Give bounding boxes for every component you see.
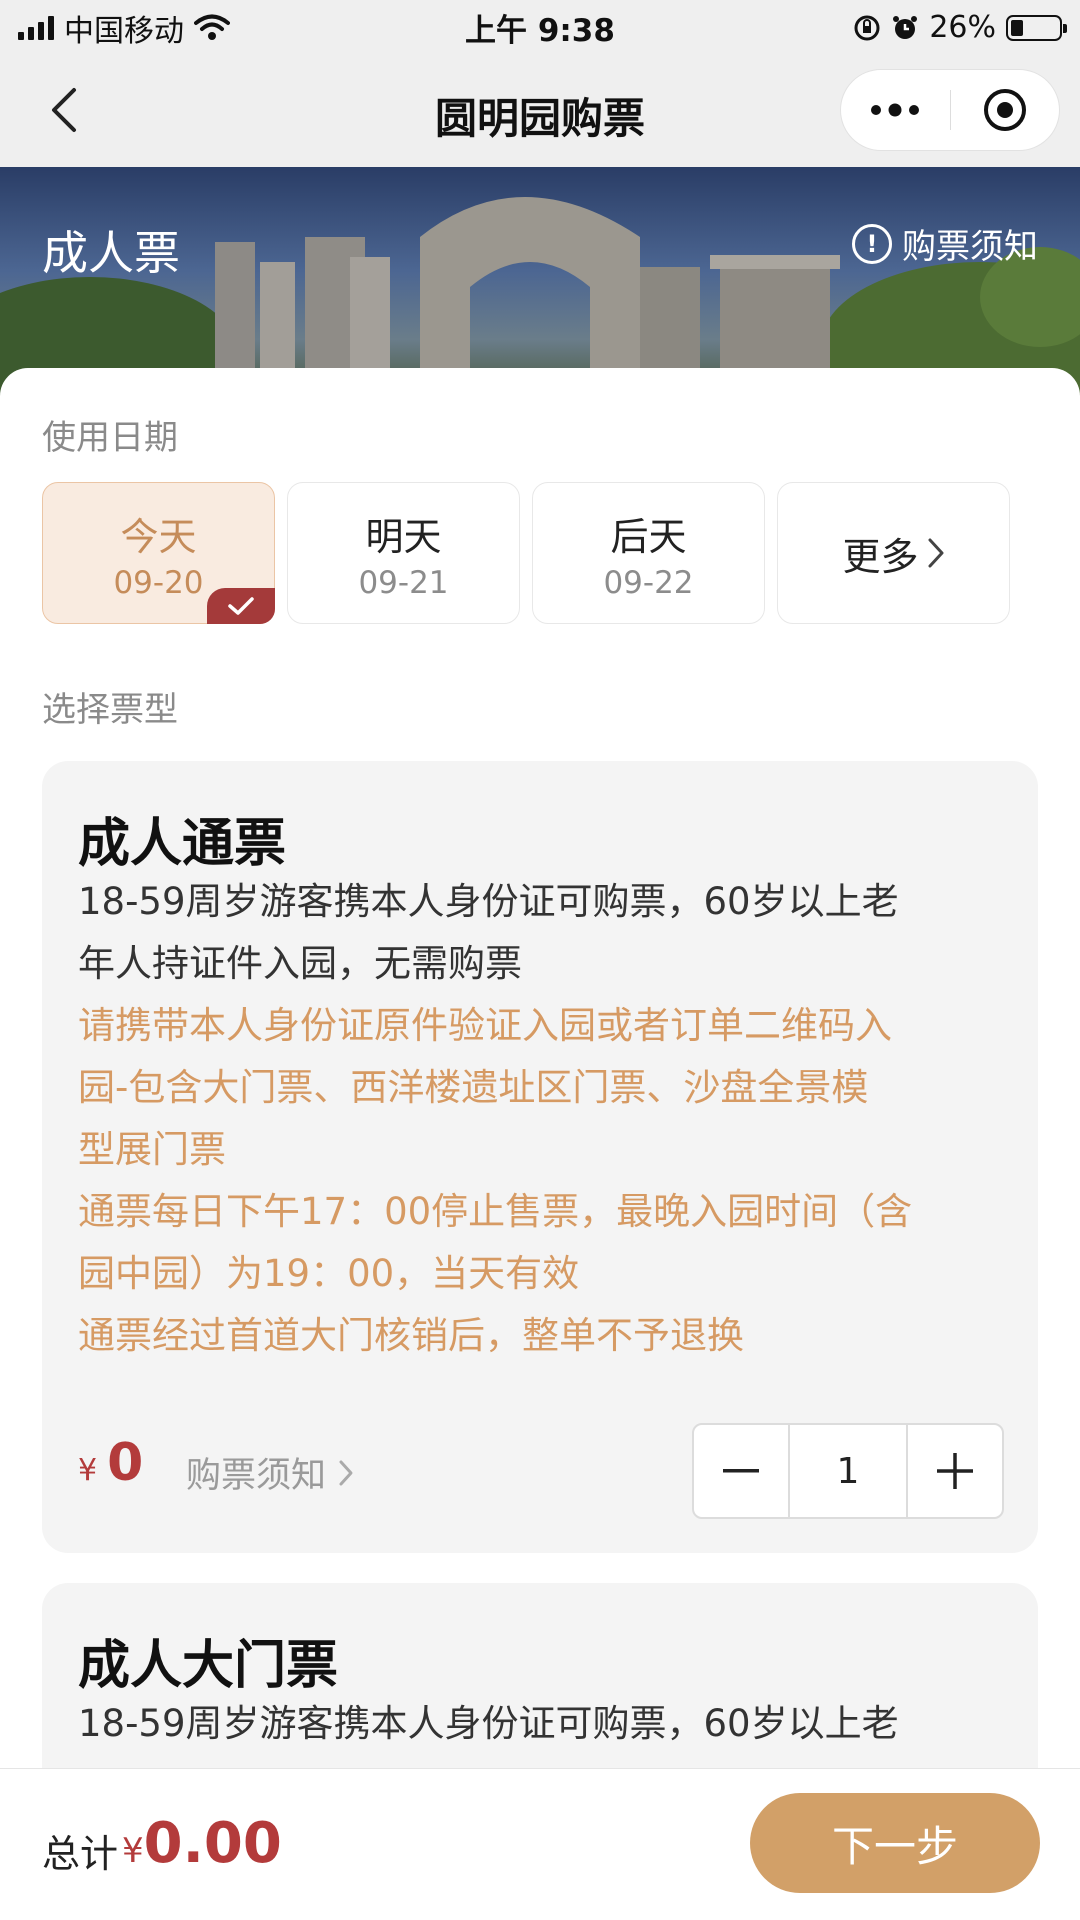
carrier-name: 中国移动 [64, 13, 184, 49]
ticket-price: ¥ 0 [78, 1433, 143, 1493]
total-amount: ¥ 0.00 [122, 1811, 282, 1876]
date-option-date: 09-22 [603, 564, 694, 601]
purchase-notice-link[interactable]: ! 购票须知 [852, 219, 1038, 268]
battery-percent: 26% [929, 10, 996, 45]
total-currency: ¥ [122, 1831, 144, 1871]
price-value: 0 [107, 1433, 144, 1493]
info-icon: ! [852, 223, 892, 264]
increase-button[interactable] [908, 1425, 1002, 1517]
close-miniprogram-button[interactable] [951, 70, 1060, 150]
total-label: 总计 [42, 1832, 119, 1876]
ticket-note-line: 通票经过首道大门核销后，整单不予退换 [78, 1314, 744, 1357]
miniprogram-capsule [840, 69, 1060, 151]
ticket-note-line: 请携带本人身份证原件验证入园或者订单二维码入 [78, 1004, 892, 1047]
ticket-notice-link[interactable]: 购票须知 [186, 1447, 354, 1498]
date-section-label: 使用日期 [42, 418, 178, 458]
quantity-stepper: 1 [692, 1423, 1004, 1519]
ticket-note-line: 园-包含大门票、西洋楼遗址区门票、沙盘全景模 [78, 1066, 869, 1109]
next-step-button[interactable]: 下一步 [750, 1793, 1040, 1893]
selected-check-icon [207, 588, 275, 624]
purchase-notice-label: 购票须知 [902, 227, 1038, 267]
content-sheet: 使用日期 今天 09-20 明天 09-21 后天 09-22 更多 选择票型 … [0, 368, 1080, 1803]
date-option-label: 后天 [610, 514, 687, 559]
status-bar: 中国移动 上午 9:38 26% [0, 0, 1080, 55]
checkout-bar: 总计 ¥ 0.00 下一步 [0, 1768, 1080, 1920]
date-option-label: 今天 [120, 514, 197, 559]
banner: 成人票 ! 购票须知 [0, 167, 1080, 397]
ticket-notes: 请携带本人身份证原件验证入园或者订单二维码入 园-包含大门票、西洋楼遗址区门票、… [78, 995, 1008, 1367]
more-button[interactable] [841, 70, 950, 150]
date-option-date: 09-20 [113, 564, 204, 601]
ticket-description: 18-59周岁游客携本人身份证可购票，60岁以上老 年人持证件入园，无需购票 [78, 871, 1008, 995]
minus-icon [723, 1469, 759, 1473]
date-selector: 今天 09-20 明天 09-21 后天 09-22 更多 [42, 482, 1038, 624]
banner-ticket-type: 成人票 [42, 226, 180, 280]
date-option-today[interactable]: 今天 09-20 [42, 482, 275, 624]
quantity-value[interactable]: 1 [788, 1425, 908, 1517]
ticket-notice-label: 购票须知 [186, 1456, 327, 1496]
date-option-label: 明天 [365, 514, 442, 559]
ticket-note-line: 通票每日下午17：00停止售票，最晚入园时间（含 [78, 1190, 913, 1233]
price-currency: ¥ [78, 1453, 98, 1488]
ticket-description: 18-59周岁游客携本人身份证可购票，60岁以上老 [78, 1693, 1008, 1755]
decrease-button[interactable] [694, 1425, 788, 1517]
date-option-day-after[interactable]: 后天 09-22 [532, 482, 765, 624]
ticket-title: 成人通票 [78, 814, 287, 874]
ticket-section-label: 选择票型 [42, 690, 178, 730]
ticket-note-line: 园中园）为19：00，当天有效 [78, 1252, 580, 1295]
target-icon [983, 89, 1026, 131]
date-option-tomorrow[interactable]: 明天 09-21 [287, 482, 520, 624]
alarm-icon [893, 15, 918, 39]
more-dots-icon [871, 103, 920, 117]
more-dates-label: 更多 [842, 534, 919, 579]
more-dates-button[interactable]: 更多 [777, 482, 1010, 624]
plus-icon [937, 1453, 973, 1489]
ticket-description-line: 18-59周岁游客携本人身份证可购票，60岁以上老 [78, 1702, 899, 1745]
wifi-icon [194, 14, 230, 40]
ticket-card: 成人通票 18-59周岁游客携本人身份证可购票，60岁以上老 年人持证件入园，无… [42, 761, 1038, 1553]
nav-bar: 圆明园购票 [0, 55, 1080, 167]
total-value: 0.00 [143, 1811, 282, 1876]
date-option-date: 09-21 [358, 564, 449, 601]
chevron-right-icon [339, 1460, 353, 1485]
status-time: 上午 9:38 [465, 13, 615, 49]
ticket-description-line: 18-59周岁游客携本人身份证可购票，60岁以上老 [78, 880, 899, 923]
signal-icon [18, 15, 54, 40]
battery-icon [1006, 14, 1067, 41]
ticket-title: 成人大门票 [78, 1636, 339, 1696]
orientation-lock-icon [854, 15, 880, 40]
ticket-description-line: 年人持证件入园，无需购票 [78, 942, 522, 985]
ticket-note-line: 型展门票 [78, 1128, 226, 1171]
chevron-right-icon [928, 538, 943, 568]
